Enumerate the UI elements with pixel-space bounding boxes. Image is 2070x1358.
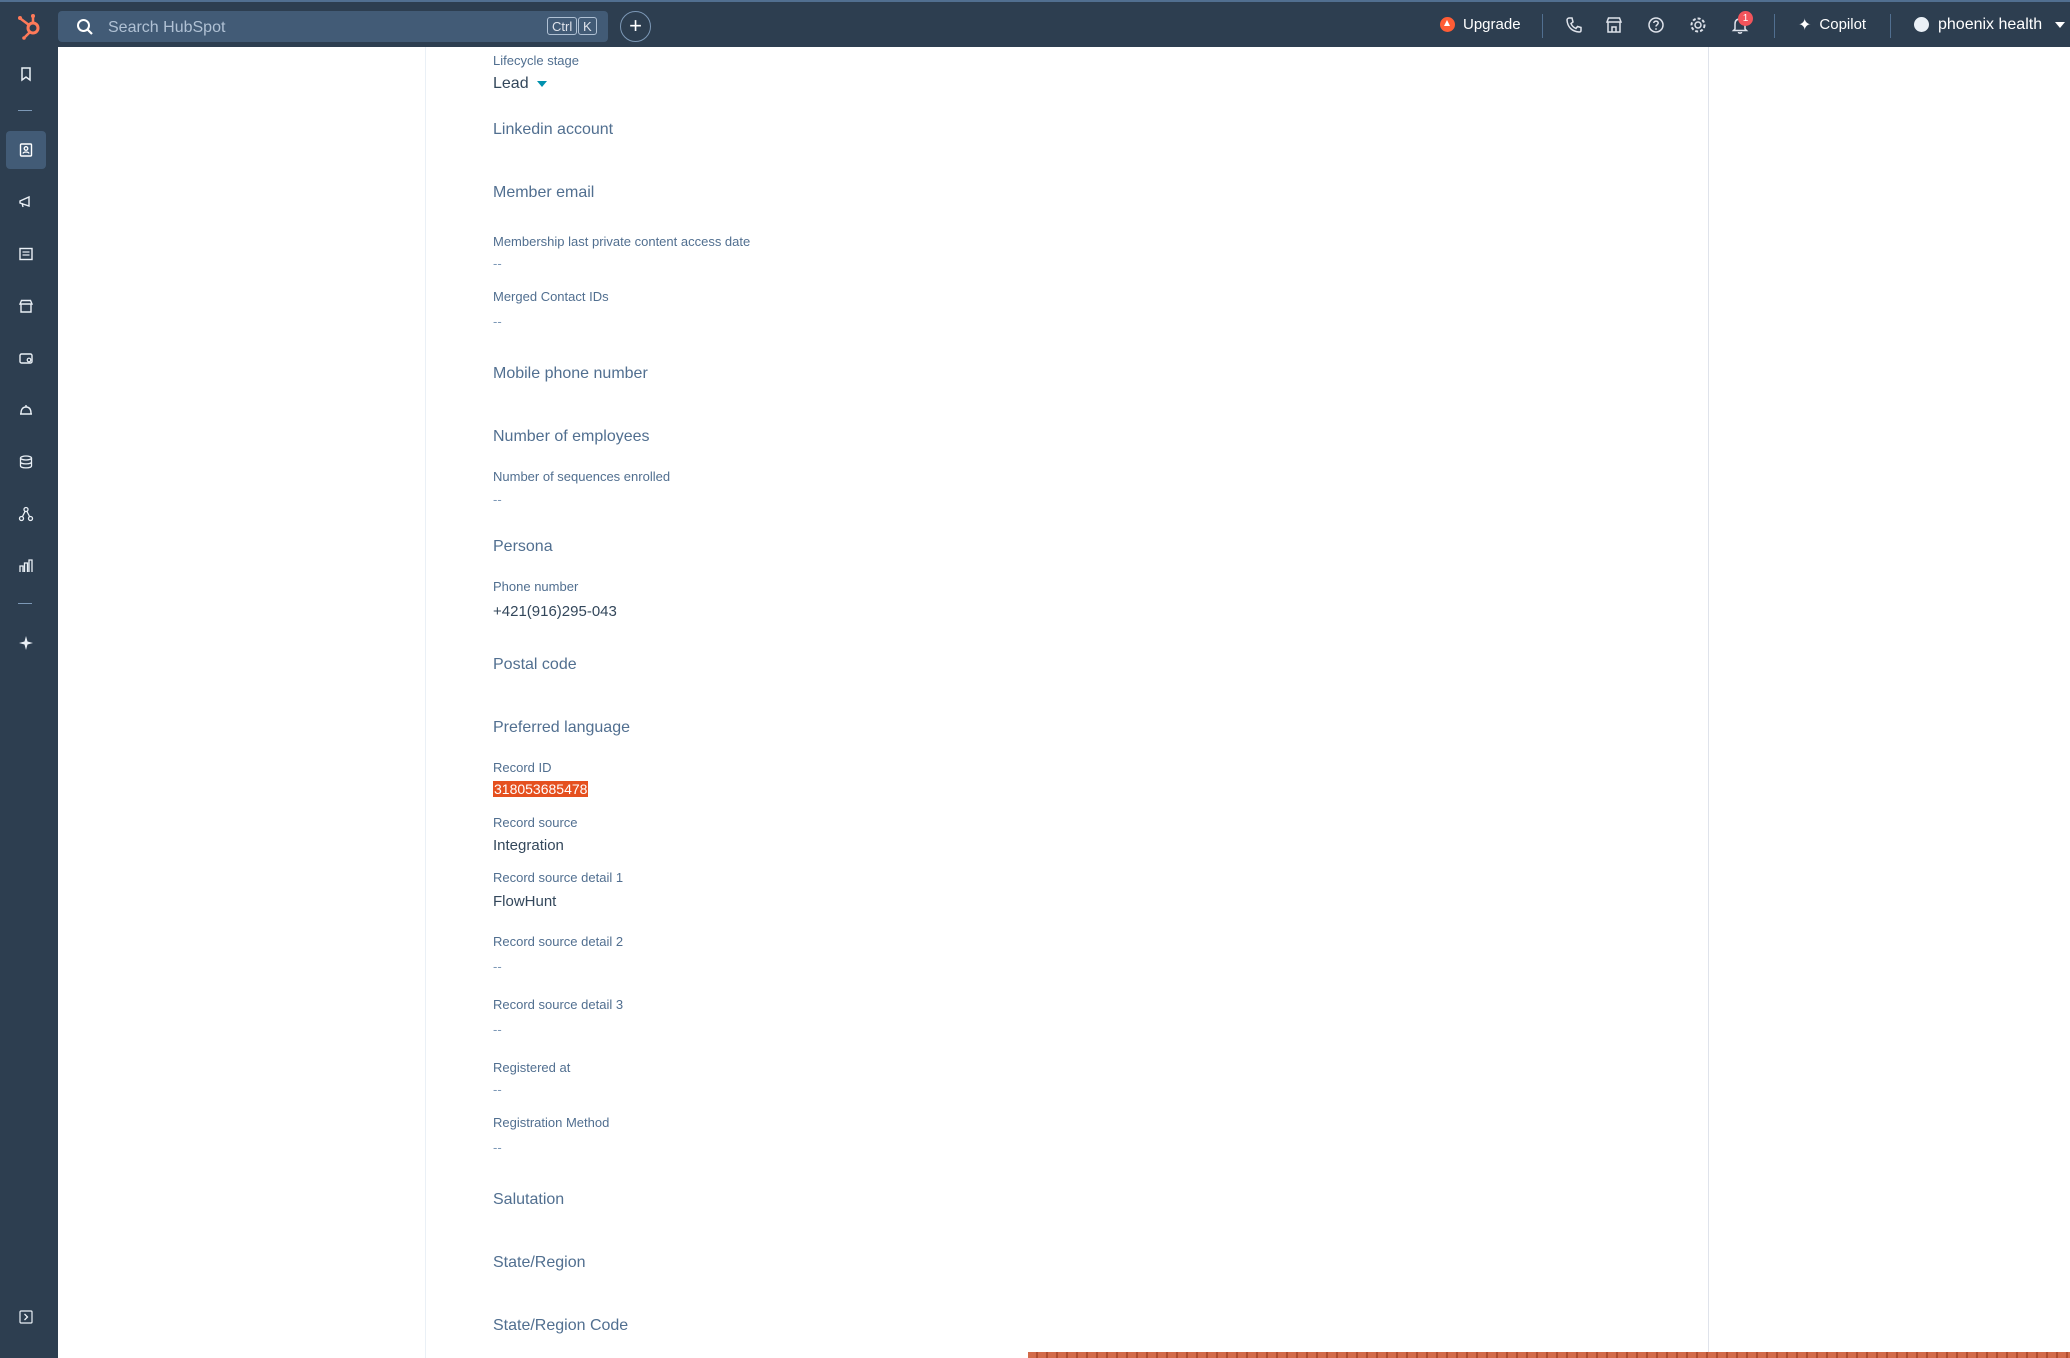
- expand-sidebar-button[interactable]: [6, 1298, 46, 1336]
- sparkle-icon: ✦: [1798, 16, 1812, 34]
- bookmark-icon: [21, 67, 31, 82]
- field-linkedin-account[interactable]: Linkedin account: [493, 121, 613, 139]
- search-input[interactable]: [106, 11, 490, 44]
- marketing-nav[interactable]: [6, 183, 46, 221]
- bottom-strip: [1028, 1352, 2070, 1358]
- field-label-sequences-enrolled: Number of sequences enrolled: [493, 469, 671, 484]
- field-label-lifecycle-stage: Lifecycle stage: [493, 53, 579, 68]
- account-name: phoenix health: [1938, 15, 2043, 33]
- field-number-of-employees[interactable]: Number of employees: [493, 428, 650, 446]
- field-label-record-source: Record source: [493, 815, 578, 830]
- field-preferred-language[interactable]: Preferred language: [493, 719, 630, 737]
- field-label-record-source-detail-2: Record source detail 2: [493, 934, 624, 949]
- field-label-record-id: Record ID: [493, 760, 552, 775]
- field-member-email[interactable]: Member email: [493, 184, 594, 202]
- nav-divider: [1774, 14, 1775, 38]
- lifecycle-stage-dropdown[interactable]: Lead: [493, 75, 547, 93]
- field-value-record-source-detail-3[interactable]: --: [493, 1022, 502, 1037]
- field-value-sequences-enrolled[interactable]: --: [493, 492, 502, 507]
- search-icon: [77, 19, 93, 35]
- field-salutation[interactable]: Salutation: [493, 1191, 564, 1209]
- hubspot-logo-icon[interactable]: [14, 11, 44, 41]
- lifecycle-stage-value: Lead: [493, 75, 529, 92]
- reports-icon: [19, 559, 33, 572]
- help-icon[interactable]: [1645, 14, 1667, 36]
- breeze-nav[interactable]: [6, 624, 46, 662]
- field-value-record-source-detail-1[interactable]: FlowHunt: [493, 893, 556, 910]
- field-value-record-source-detail-2[interactable]: --: [493, 959, 502, 974]
- plus-icon: +: [629, 13, 642, 38]
- commerce-icon: [18, 299, 34, 313]
- field-value-record-source[interactable]: Integration: [493, 837, 564, 854]
- upgrade-arrow-icon: [1440, 17, 1455, 32]
- shortcut-key-k: K: [578, 17, 597, 35]
- settings-icon[interactable]: [1687, 14, 1709, 36]
- field-label-registered-at: Registered at: [493, 1060, 571, 1075]
- field-state-region-code[interactable]: State/Region Code: [493, 1317, 628, 1335]
- field-postal-code[interactable]: Postal code: [493, 656, 577, 674]
- field-value-phone-number[interactable]: +421(916)295-043: [493, 603, 617, 620]
- field-value-merged-contact-ids[interactable]: --: [493, 314, 502, 329]
- sidebar-divider: [18, 110, 32, 111]
- account-menu[interactable]: phoenix health: [1914, 2, 2066, 47]
- nav-divider: [1542, 14, 1543, 38]
- global-search-bar[interactable]: Ctrl K: [58, 11, 608, 44]
- field-label-registration-method: Registration Method: [493, 1115, 610, 1130]
- data-icon: [19, 455, 33, 469]
- commerce-nav[interactable]: [6, 287, 46, 325]
- contacts-nav[interactable]: [6, 131, 46, 169]
- reports-nav[interactable]: [6, 547, 46, 585]
- bookmarks-nav[interactable]: [6, 55, 46, 93]
- content-nav[interactable]: [6, 235, 46, 273]
- field-value-membership-access-date[interactable]: --: [493, 256, 502, 271]
- field-persona[interactable]: Persona: [493, 538, 553, 556]
- field-value-registered-at[interactable]: --: [493, 1082, 502, 1097]
- notification-badge: 1: [1738, 11, 1753, 26]
- automation-nav[interactable]: [6, 495, 46, 533]
- nav-divider: [1890, 14, 1891, 38]
- automation-icon: [18, 506, 34, 522]
- field-label-membership-access-date: Membership last private content access d…: [493, 234, 751, 249]
- expand-icon: [19, 1310, 33, 1324]
- field-state-region[interactable]: State/Region: [493, 1254, 586, 1272]
- shortcut-key-ctrl: Ctrl: [547, 17, 578, 35]
- create-new-button[interactable]: +: [620, 11, 651, 42]
- contacts-icon: [19, 143, 33, 157]
- field-label-phone-number: Phone number: [493, 579, 579, 594]
- sales-icon: [19, 353, 33, 364]
- field-mobile-phone[interactable]: Mobile phone number: [493, 365, 648, 383]
- data-nav[interactable]: [6, 443, 46, 481]
- copilot-button[interactable]: ✦ Copilot: [1798, 2, 1866, 47]
- chevron-down-icon: [2055, 21, 2066, 28]
- service-icon: [20, 405, 32, 415]
- field-label-record-source-detail-3: Record source detail 3: [493, 997, 624, 1012]
- field-label-record-source-detail-1: Record source detail 1: [493, 870, 624, 885]
- copilot-label: Copilot: [1819, 16, 1867, 33]
- breeze-icon: [19, 636, 33, 650]
- top-navigation-bar: Ctrl K + Upgrade 1 ✦ Copilot phoenix hea…: [0, 0, 2070, 47]
- field-value-registration-method[interactable]: --: [493, 1140, 502, 1155]
- phone-icon[interactable]: [1563, 14, 1585, 36]
- megaphone-icon: [19, 195, 30, 208]
- field-value-record-id[interactable]: 318053685478: [493, 781, 589, 797]
- left-sidebar: [0, 47, 58, 1358]
- service-nav[interactable]: [6, 391, 46, 429]
- marketplace-icon[interactable]: [1603, 14, 1625, 36]
- field-label-merged-contact-ids: Merged Contact IDs: [493, 289, 609, 304]
- chevron-down-icon: [536, 80, 547, 87]
- sales-nav[interactable]: [6, 339, 46, 377]
- selected-text: 318053685478: [493, 781, 589, 797]
- content-icon: [19, 247, 33, 261]
- upgrade-label: Upgrade: [1463, 16, 1521, 33]
- avatar: [1914, 17, 1929, 32]
- upgrade-button[interactable]: Upgrade: [1440, 2, 1521, 47]
- sidebar-divider: [18, 603, 32, 604]
